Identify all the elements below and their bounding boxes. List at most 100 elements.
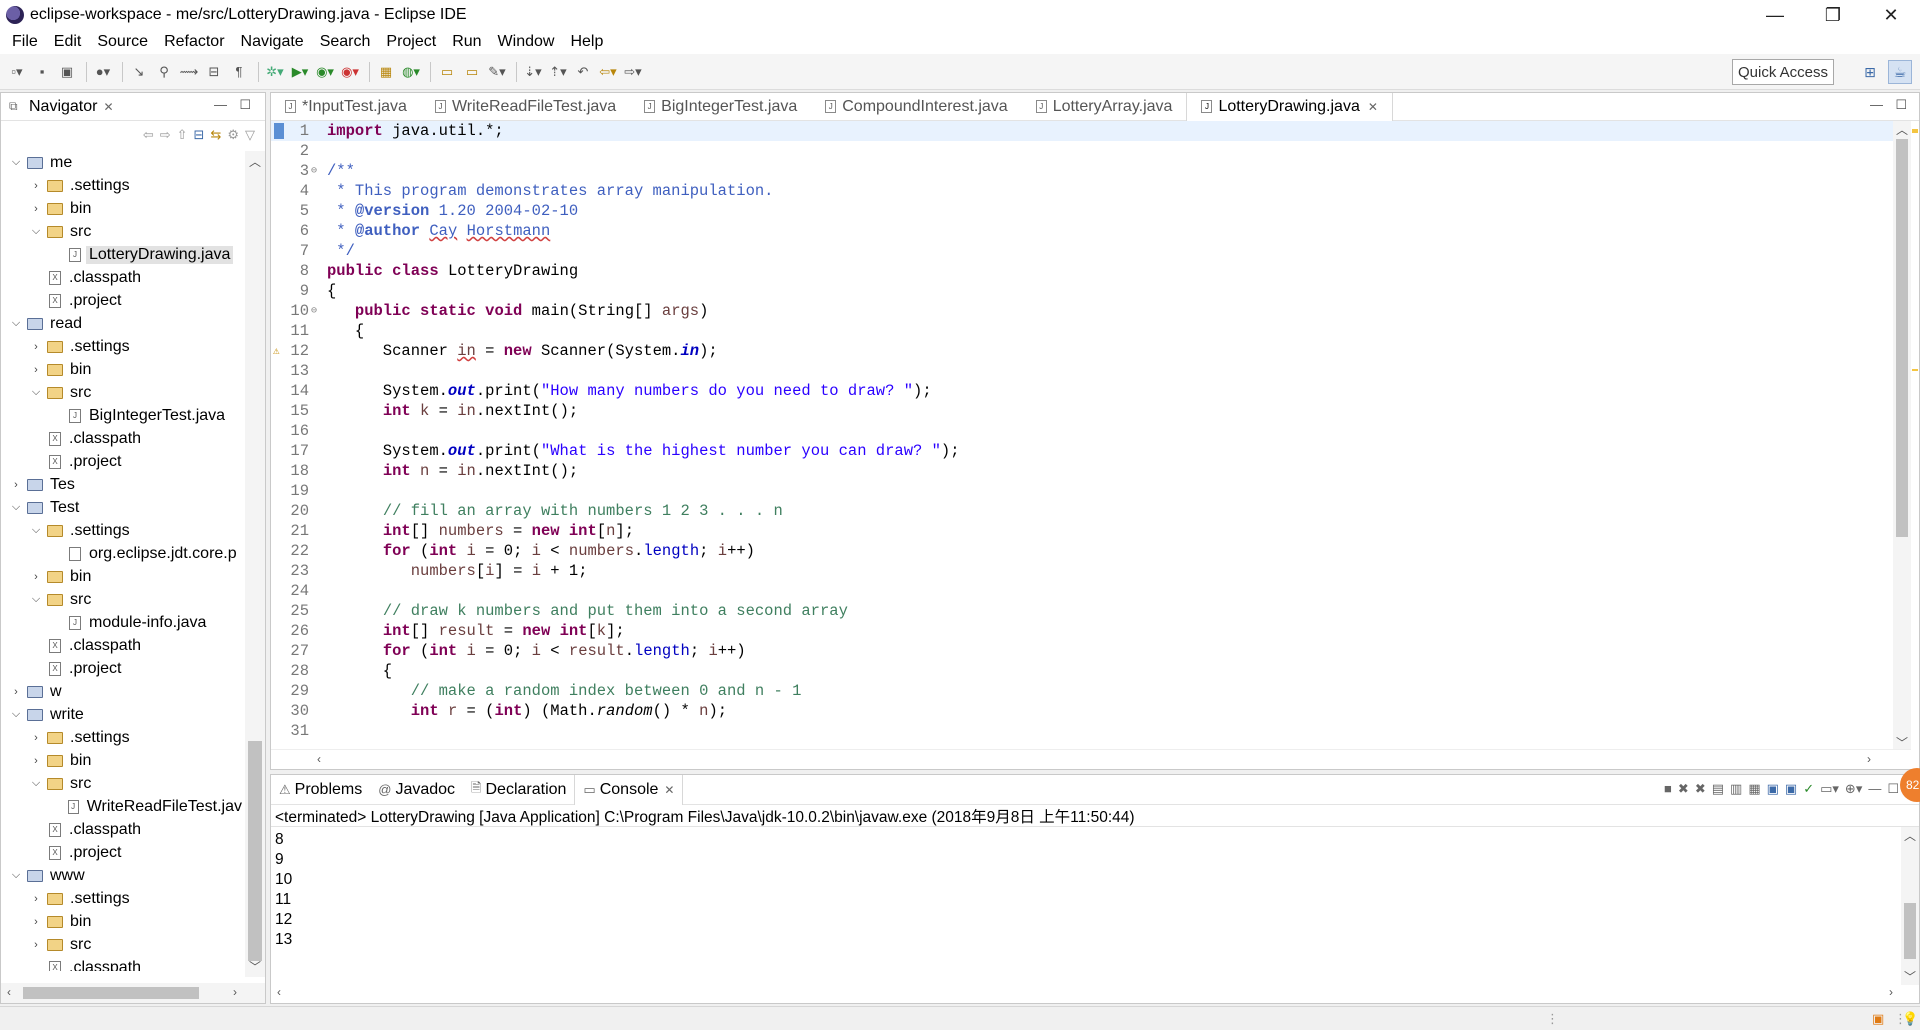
annotation-ruler[interactable] [271, 401, 285, 421]
scroll-up-icon[interactable]: ︿ [1896, 121, 1908, 138]
tree-item[interactable]: X .project [1, 657, 245, 680]
block-selection-icon[interactable]: ⟿ [178, 61, 200, 83]
chevron-right-icon[interactable]: › [29, 203, 43, 215]
tree-item[interactable]: ⌵ src [1, 772, 245, 795]
tree-item[interactable]: J WriteReadFileTest.jav [1, 795, 245, 818]
annotation-ruler[interactable] [271, 221, 285, 241]
code-line[interactable]: 9{ [271, 281, 1895, 301]
tree-item[interactable]: X .classpath [1, 956, 245, 971]
code-line[interactable]: 14 System.out.print("How many numbers do… [271, 381, 1895, 401]
scroll-up-icon[interactable]: ︿ [249, 153, 261, 170]
scroll-right-icon[interactable]: › [233, 985, 237, 999]
console-output[interactable]: 8 9 10 11 12 13 [271, 827, 1919, 950]
pin-console-icon[interactable]: ✓ [1803, 781, 1814, 797]
word-wrap-icon[interactable]: ▦ [1748, 781, 1760, 797]
menu-file[interactable]: File [4, 30, 46, 54]
tab-problems[interactable]: ⚠ Problems [271, 775, 370, 805]
warning-marker[interactable] [1912, 129, 1918, 133]
annotation-ruler[interactable] [271, 201, 285, 221]
clear-console-icon[interactable]: ▤ [1712, 781, 1724, 797]
show-whitespace-icon[interactable]: ¶ [228, 61, 250, 83]
chevron-right-icon[interactable]: › [9, 479, 23, 491]
tree-item[interactable]: › .settings [1, 887, 245, 910]
menu-refactor[interactable]: Refactor [156, 30, 232, 54]
annotation-ruler[interactable] [271, 721, 285, 741]
code-line[interactable]: 22 for (int i = 0; i < numbers.length; i… [271, 541, 1895, 561]
search-icon[interactable]: ✎▾ [486, 61, 508, 83]
chevron-down-icon[interactable]: ⌵ [29, 777, 43, 790]
occurrence-marker[interactable] [1912, 369, 1918, 371]
tree-item[interactable]: ⌵ www [1, 864, 245, 887]
code-line[interactable]: 26 int[] result = new int[k]; [271, 621, 1895, 641]
new-java-package-icon[interactable]: ▦ [375, 61, 397, 83]
code-line[interactable]: 20 // fill an array with numbers 1 2 3 .… [271, 501, 1895, 521]
tree-item[interactable]: org.eclipse.jdt.core.p [1, 542, 245, 565]
code-line[interactable]: 18 int n = in.nextInt(); [271, 461, 1895, 481]
coverage-icon[interactable]: ◉▾ [314, 61, 336, 83]
tree-item[interactable]: › bin [1, 358, 245, 381]
display-console-icon[interactable]: ▭▾ [1820, 781, 1839, 797]
code-line[interactable]: 16 [271, 421, 1895, 441]
breadcrumb-icon[interactable]: ⚲ [153, 61, 175, 83]
minimize-icon[interactable]: — [1868, 781, 1881, 797]
maximize-icon[interactable]: ☐ [239, 97, 251, 113]
code-line[interactable]: 29 // make a random index between 0 and … [271, 681, 1895, 701]
tab-navigator[interactable]: ⧉ Navigator ✕ [1, 93, 122, 121]
link-with-editor-icon[interactable]: ⇆ [210, 127, 221, 143]
editor-tab[interactable]: J CompoundInterest.java [811, 93, 1021, 121]
code-line[interactable]: 28 { [271, 661, 1895, 681]
code-line[interactable]: 11 { [271, 321, 1895, 341]
tree-item[interactable]: › bin [1, 197, 245, 220]
menu-help[interactable]: Help [562, 30, 611, 54]
tree-item[interactable]: X .classpath [1, 634, 245, 657]
fold-icon[interactable]: ⊖ [311, 305, 321, 317]
annotation-ruler[interactable] [271, 521, 285, 541]
close-icon[interactable]: ✕ [1368, 100, 1378, 114]
editor-tab[interactable]: J BigIntegerTest.java [630, 93, 811, 121]
annotation-ruler[interactable] [271, 361, 285, 381]
code-line[interactable]: 6 * @author Cay Horstmann [271, 221, 1895, 241]
save-icon[interactable]: ▪ [31, 61, 53, 83]
code-line[interactable]: 21 int[] numbers = new int[n]; [271, 521, 1895, 541]
tree-item[interactable]: ⌵ me [1, 151, 245, 174]
code-line[interactable]: 25 // draw k numbers and put them into a… [271, 601, 1895, 621]
new-java-class-icon[interactable]: ◍▾ [400, 61, 422, 83]
tree-item[interactable]: X .project [1, 841, 245, 864]
remove-all-terminated-icon[interactable]: ✖ [1695, 781, 1706, 797]
code-line[interactable]: 30 int r = (int) (Math.random() * n); [271, 701, 1895, 721]
scroll-up-icon[interactable]: ︿ [1904, 827, 1916, 844]
code-line[interactable]: 4 * This program demonstrates array mani… [271, 181, 1895, 201]
annotation-ruler[interactable] [271, 121, 285, 141]
chevron-right-icon[interactable]: › [29, 364, 43, 376]
next-annotation-icon[interactable]: ⇣▾ [522, 61, 544, 83]
scroll-thumb[interactable] [23, 987, 199, 999]
chevron-right-icon[interactable]: › [29, 732, 43, 744]
annotation-ruler[interactable] [271, 441, 285, 461]
chevron-down-icon[interactable]: ⌵ [9, 156, 23, 169]
code-line[interactable]: 15 int k = in.nextInt(); [271, 401, 1895, 421]
annotation-ruler[interactable] [271, 561, 285, 581]
chevron-down-icon[interactable]: ⌵ [9, 501, 23, 514]
menu-window[interactable]: Window [490, 30, 563, 54]
scroll-thumb[interactable] [248, 741, 262, 961]
tree-item[interactable]: X .project [1, 450, 245, 473]
code-line[interactable]: 23 numbers[i] = i + 1; [271, 561, 1895, 581]
menu-project[interactable]: Project [378, 30, 444, 54]
chevron-down-icon[interactable]: ⌵ [29, 225, 43, 238]
maximize-icon[interactable]: ☐ [1887, 781, 1899, 797]
annotation-ruler[interactable] [271, 601, 285, 621]
java-perspective-icon[interactable]: ☕ [1888, 60, 1912, 84]
show-when-output-icon[interactable]: ▣ [1767, 781, 1779, 797]
scroll-left-icon[interactable]: ‹ [317, 752, 321, 766]
menu-source[interactable]: Source [89, 30, 156, 54]
tree-item[interactable]: ⌵ src [1, 220, 245, 243]
tab-declaration[interactable]: 🗎 Declaration [463, 775, 574, 805]
annotation-ruler[interactable] [271, 321, 285, 341]
menu-run[interactable]: Run [444, 30, 489, 54]
tree-item[interactable]: › .settings [1, 174, 245, 197]
external-tools-icon[interactable]: ◉▾ [339, 61, 361, 83]
tree-item[interactable]: › src [1, 933, 245, 956]
tree-item[interactable]: J LotteryDrawing.java [1, 243, 245, 266]
scroll-left-icon[interactable]: ‹ [7, 985, 11, 999]
chevron-right-icon[interactable]: › [29, 571, 43, 583]
